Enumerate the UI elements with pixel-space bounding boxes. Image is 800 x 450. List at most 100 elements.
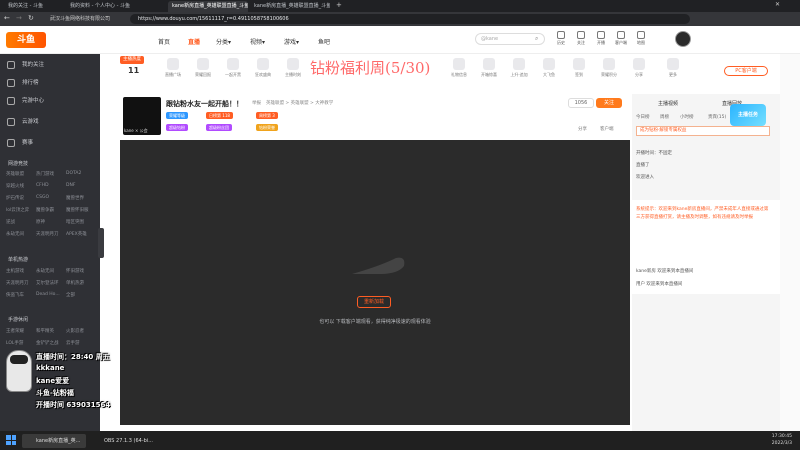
sidebar-link[interactable]: 艾尔登法环: [36, 280, 66, 286]
sidebar-link[interactable]: DNF: [66, 183, 96, 189]
sidebar-link[interactable]: 全部: [66, 292, 96, 298]
page-scrollbar[interactable]: [780, 54, 800, 431]
pc-client-button[interactable]: PC客户端: [724, 66, 768, 76]
gift-item[interactable]: 更多: [660, 58, 686, 78]
sidebar-link[interactable]: 热门游戏: [36, 171, 66, 177]
sidebar-link[interactable]: 火影忍者: [66, 328, 96, 334]
sidebar-link[interactable]: 金铲铲之战: [36, 340, 66, 346]
sidebar-item-follow[interactable]: 我的关注: [0, 56, 100, 74]
sidebar-link[interactable]: 怀旧游戏: [66, 268, 96, 274]
taskbar-app-obs[interactable]: OBS 27.1.3 (64-bi...: [90, 434, 154, 448]
forward-icon[interactable]: →: [16, 14, 22, 22]
sidebar-link[interactable]: 单机热游: [66, 280, 96, 286]
category-breadcrumb[interactable]: 英雄联盟 > 英雄联盟 > 大神教学: [266, 100, 333, 106]
nav-game[interactable]: 游戏▾: [284, 37, 299, 46]
follow-icon[interactable]: 关注: [572, 31, 590, 46]
douyu-logo[interactable]: 斗鱼: [6, 32, 46, 48]
event-banner[interactable]: 钻粉福利周(5/30): [310, 57, 430, 78]
sidebar-link[interactable]: lol云顶之弈: [6, 207, 36, 213]
chat-message: kane新房 欢迎来到本直播间: [636, 269, 694, 274]
live-icon[interactable]: 开播: [592, 31, 610, 46]
sidebar-item-rank[interactable]: 排行榜: [0, 74, 100, 92]
share-button[interactable]: 分享: [578, 126, 587, 132]
gift-item[interactable]: 签到: [566, 58, 592, 78]
nav-fishbar[interactable]: 鱼吧: [318, 37, 330, 46]
nav-video[interactable]: 视频▾: [250, 37, 265, 46]
sidebar-link[interactable]: LOL手游: [6, 340, 36, 346]
sidebar-link[interactable]: 暗区突围: [66, 219, 96, 225]
event-promo-badge[interactable]: 主播任务: [730, 104, 766, 126]
sidebar-link[interactable]: CSGO: [36, 195, 66, 201]
sidebar-item-esports[interactable]: 赛事: [0, 134, 100, 152]
sidebar-link[interactable]: 天涯明月刀: [6, 280, 36, 286]
sidebar-section-mobile: 手游休闲: [8, 317, 29, 323]
sidebar-link[interactable]: 云手游: [66, 340, 96, 346]
user-avatar[interactable]: [675, 31, 691, 47]
taskbar-clock[interactable]: 17:30:45 2022/3/3: [752, 433, 792, 447]
client-button[interactable]: 客户端: [600, 126, 614, 132]
gift-item[interactable]: 礼物信息: [446, 58, 472, 78]
back-icon[interactable]: ←: [4, 14, 10, 22]
nav-category[interactable]: 分类▾: [216, 37, 231, 46]
sidebar-item-game-center[interactable]: 完游中心: [0, 92, 100, 110]
reload-button[interactable]: 重新加载: [357, 296, 391, 308]
sidebar-item-cloud-game[interactable]: 云游戏: [0, 113, 100, 131]
overlay-line: kane爱爱: [36, 377, 70, 385]
windows-start-icon[interactable]: [6, 435, 16, 445]
video-player[interactable]: [120, 140, 630, 425]
game-center-icon: [7, 97, 15, 105]
nav-live[interactable]: 直播: [188, 37, 200, 46]
close-window-icon[interactable]: ✕: [775, 1, 780, 8]
tab-my-follow[interactable]: 我的关注 - 斗鱼: [4, 1, 64, 12]
gift-item[interactable]: 一起开黑: [220, 58, 246, 78]
search-icon[interactable]: ⌕: [535, 33, 545, 45]
gift-item[interactable]: 上升·追加: [506, 58, 532, 78]
follow-button[interactable]: 关注: [596, 98, 622, 108]
tab-my-profile[interactable]: 我的资料 - 个人中心 - 斗鱼: [66, 1, 166, 12]
sidebar-link[interactable]: CFHD: [36, 183, 66, 189]
gift-item[interactable]: 开箱惊喜: [476, 58, 502, 78]
sidebar-link[interactable]: 魔兽怀旧服: [66, 207, 96, 213]
sidebar-link[interactable]: 原神: [36, 219, 66, 225]
gift-item[interactable]: 狂欢盛典: [250, 58, 276, 78]
sidebar-link[interactable]: 和平精英: [36, 328, 66, 334]
sidebar-link[interactable]: DOTA2: [66, 171, 96, 177]
url-field[interactable]: https://www.douyu.com/15611117_r=0.49110…: [130, 14, 690, 24]
subtab-vip[interactable]: 贵宾(15): [708, 114, 726, 120]
sidebar-link[interactable]: Dead Ho...: [36, 292, 66, 298]
sidebar-link[interactable]: 英雄联盟: [6, 171, 36, 177]
report-link[interactable]: 举报: [252, 100, 261, 106]
subtab-hourly[interactable]: 小时榜: [680, 114, 694, 120]
gift-item[interactable]: 荣耀积分: [596, 58, 622, 78]
sidebar-link[interactable]: 魔兽世界: [66, 195, 96, 201]
sidebar-link[interactable]: 魔兽争霸: [36, 207, 66, 213]
taskbar-app-browser[interactable]: kane新房直播_英...: [22, 434, 86, 448]
history-icon[interactable]: 历史: [552, 31, 570, 46]
sidebar-link[interactable]: 俠盗飞车: [6, 292, 36, 298]
subtab-daily[interactable]: 今日榜: [636, 114, 650, 120]
message-icon[interactable]: 客户端: [612, 31, 630, 46]
sidebar-link[interactable]: 永劫无间: [36, 268, 66, 274]
sidebar-link[interactable]: APEX英雄: [66, 231, 96, 237]
tab-kane-room-active[interactable]: kane新房直播_英雄联盟直播_斗鱼直播: [168, 1, 248, 12]
reload-icon[interactable]: ↻: [28, 14, 34, 22]
sidebar-link[interactable]: 穿越火线: [6, 183, 36, 189]
sidebar-link[interactable]: 王者荣耀: [6, 328, 36, 334]
gift-item[interactable]: 大飞鱼: [536, 58, 562, 78]
location-icon[interactable]: 地图: [632, 31, 650, 46]
sidebar-link[interactable]: 炉石传说: [6, 195, 36, 201]
sidebar-link[interactable]: 主机游戏: [6, 268, 36, 274]
sidebar-collapse-handle[interactable]: [98, 228, 104, 258]
subtab-weekly[interactable]: 周榜: [660, 114, 669, 120]
sidebar-link[interactable]: 逆战: [6, 219, 36, 225]
gift-item[interactable]: 直播广场: [160, 58, 186, 78]
new-tab-button[interactable]: +: [336, 1, 342, 9]
gift-item[interactable]: 主播时刻: [280, 58, 306, 78]
gift-item[interactable]: 分享: [626, 58, 652, 78]
nav-home[interactable]: 首页: [158, 37, 170, 46]
tab-kane-room[interactable]: kane新房直播_英雄联盟直播_斗鱼直播: [250, 1, 330, 12]
gift-item[interactable]: 荣耀回报: [190, 58, 216, 78]
sidebar-link[interactable]: 天涯明月刀: [36, 231, 66, 237]
tab-anchor-video[interactable]: 主播视频: [658, 100, 678, 107]
sidebar-link[interactable]: 永劫无间: [6, 231, 36, 237]
